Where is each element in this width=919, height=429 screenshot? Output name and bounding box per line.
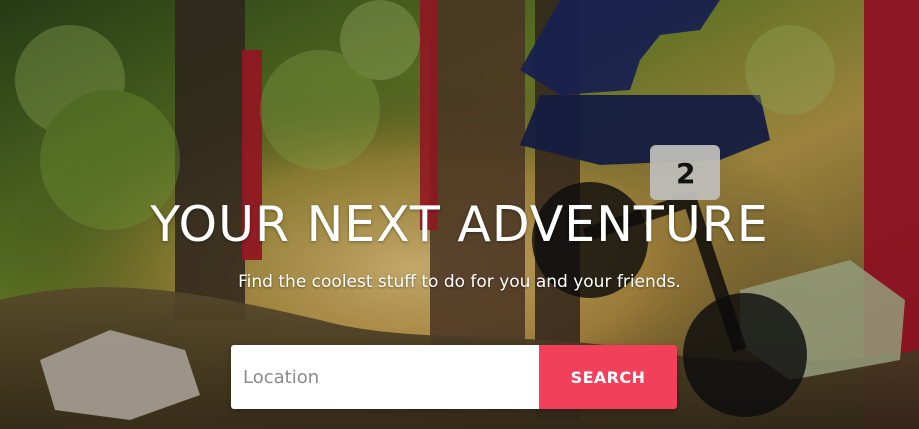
search-bar: SEARCH [231, 345, 677, 409]
search-button[interactable]: SEARCH [539, 345, 677, 409]
hero-section: 2 YOUR NEXT ADVENTURE Find the coolest s… [0, 0, 919, 429]
hero-title: YOUR NEXT ADVENTURE [150, 196, 769, 253]
location-input[interactable] [231, 345, 539, 409]
hero-content: YOUR NEXT ADVENTURE Find the coolest stu… [0, 0, 919, 429]
hero-subtitle: Find the coolest stuff to do for you and… [238, 272, 681, 292]
